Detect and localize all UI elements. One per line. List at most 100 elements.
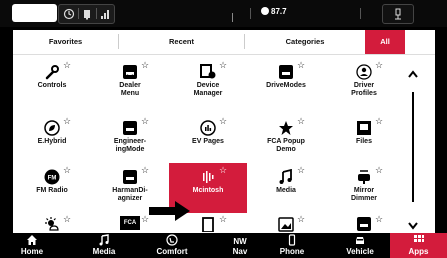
nav-phone[interactable]: Phone — [260, 233, 324, 258]
status-profile-pill[interactable] — [12, 4, 57, 22]
nav-vehicle[interactable]: Vehicle — [328, 233, 392, 258]
nav-label: Apps — [408, 247, 429, 256]
pointer-arrow-icon — [149, 201, 190, 221]
app-tile-partial[interactable]: ☆ — [325, 212, 403, 233]
nav-label: Media — [92, 247, 116, 256]
music-note-icon — [278, 168, 294, 185]
favorite-star-icon[interactable]: ☆ — [141, 166, 149, 175]
tab-all[interactable]: All — [365, 30, 405, 54]
favorite-star-icon[interactable]: ☆ — [141, 117, 149, 126]
apps-screen: 87.7 Favorites Recent Categories All ☆ C… — [0, 0, 447, 258]
app-label: Driver Profiles — [351, 82, 377, 97]
app-label: EV Pages — [192, 138, 224, 145]
tab-favorites[interactable]: Favorites — [13, 30, 118, 54]
tab-categories[interactable]: Categories — [245, 30, 365, 54]
favorite-star-icon[interactable]: ☆ — [141, 61, 149, 70]
nav-label: Vehicle — [346, 247, 374, 256]
app-label: Media — [276, 187, 296, 194]
nav-media[interactable]: Media — [72, 233, 136, 258]
app-tile-mirror-dimmer[interactable]: ☆ Mirror Dimmer — [325, 163, 403, 213]
status-divider — [96, 8, 97, 19]
nav-comfort[interactable]: Comfort — [140, 233, 204, 258]
scroll-track[interactable] — [412, 92, 414, 202]
app-label: Files — [356, 138, 372, 145]
favorite-star-icon[interactable]: ☆ — [297, 166, 305, 175]
favorite-star-icon[interactable]: ☆ — [375, 117, 383, 126]
star-icon — [278, 120, 294, 136]
app-tile-device-manager[interactable]: ☆ Device Manager — [169, 58, 247, 108]
app-tile-ev-pages[interactable]: ☆ EV Pages — [169, 114, 247, 164]
favorite-star-icon[interactable]: ☆ — [375, 215, 383, 224]
apps-grid-icon — [390, 234, 447, 246]
nav-apps[interactable]: Apps — [390, 233, 447, 258]
device-manager-icon — [200, 64, 216, 80]
app-tile-engineering-mode[interactable]: ☆ Engineer- ingMode — [91, 114, 169, 164]
app-tile-drivemodes[interactable]: ☆ DriveModes — [247, 58, 325, 108]
weather-icon — [44, 216, 60, 232]
status-divider — [250, 8, 251, 19]
app-tile-files[interactable]: ☆ Files — [325, 114, 403, 164]
app-label: FM Radio — [36, 187, 68, 194]
app-tile-ehybrid[interactable]: ☆ E.Hybrid — [13, 114, 91, 164]
favorite-star-icon[interactable]: ☆ — [297, 117, 305, 126]
favorite-star-icon[interactable]: ☆ — [219, 117, 227, 126]
car-icon — [328, 234, 392, 246]
app-tile-partial[interactable]: ☆ — [13, 212, 91, 233]
app-tile-media[interactable]: ☆ Media — [247, 163, 325, 213]
driver-profile-icon — [356, 64, 372, 80]
app-tile-controls[interactable]: ☆ Controls — [13, 58, 91, 108]
favorite-star-icon[interactable]: ☆ — [219, 215, 227, 224]
car-screen-icon — [278, 64, 294, 80]
photo-icon — [278, 216, 294, 232]
status-divider — [232, 13, 233, 22]
app-label: FCA Popup Demo — [267, 138, 305, 153]
scrollbar[interactable] — [403, 60, 423, 230]
ev-gauge-icon — [200, 120, 216, 136]
chevron-down-icon[interactable] — [407, 218, 419, 230]
favorite-star-icon[interactable]: ☆ — [297, 61, 305, 70]
seat-icon — [140, 234, 204, 246]
favorite-star-icon[interactable]: ☆ — [63, 215, 71, 224]
app-label: Mcintosh — [192, 187, 224, 194]
sync-icon — [62, 8, 76, 20]
usb-indicator[interactable] — [382, 4, 414, 24]
app-tile-driver-profiles[interactable]: ☆ Driver Profiles — [325, 58, 403, 108]
usb-icon — [391, 8, 405, 20]
nav-home[interactable]: Home — [0, 233, 64, 258]
app-tile-partial[interactable]: ☆ — [247, 212, 325, 233]
favorite-star-icon[interactable]: ☆ — [375, 61, 383, 70]
favorite-star-icon[interactable]: ☆ — [375, 166, 383, 175]
car-screen-icon — [122, 120, 138, 136]
app-label: Mirror Dimmer — [350, 187, 378, 202]
favorite-star-icon[interactable]: ☆ — [63, 117, 71, 126]
favorite-star-icon[interactable]: ☆ — [63, 61, 71, 70]
favorite-star-icon[interactable]: ☆ — [297, 215, 305, 224]
door-icon — [200, 216, 216, 233]
status-icon-group — [58, 4, 115, 24]
chevron-up-icon[interactable] — [407, 66, 419, 78]
app-tile-fca-popup-demo[interactable]: ☆ FCA Popup Demo — [247, 114, 325, 164]
app-label: Dealer Menu — [119, 82, 141, 97]
phone-icon — [260, 234, 324, 246]
favorite-star-icon[interactable]: ☆ — [219, 166, 227, 175]
tab-recent[interactable]: Recent — [119, 30, 244, 54]
apps-panel: Favorites Recent Categories All ☆ Contro… — [13, 30, 435, 233]
home-icon — [0, 234, 64, 246]
status-bar: 87.7 — [0, 0, 447, 27]
favorite-star-icon[interactable]: ☆ — [141, 215, 149, 224]
notification-icon — [80, 8, 94, 20]
favorite-star-icon[interactable]: ☆ — [63, 166, 71, 175]
app-tile-fm-radio[interactable]: FM ☆ FM Radio — [13, 163, 91, 213]
favorite-star-icon[interactable]: ☆ — [219, 61, 227, 70]
app-tile-dealer-menu[interactable]: ☆ Dealer Menu — [91, 58, 169, 108]
temperature-readout: 87.7 — [261, 7, 287, 16]
svg-text:FM: FM — [48, 176, 57, 182]
wrench-icon — [44, 64, 60, 80]
music-note-icon — [72, 234, 136, 246]
signal-icon — [98, 8, 112, 20]
status-divider — [78, 8, 79, 19]
nav-label: Home — [20, 247, 44, 256]
app-label: Controls — [37, 82, 67, 89]
app-label: E.Hybrid — [37, 138, 67, 145]
nav-label: Comfort — [156, 247, 188, 256]
